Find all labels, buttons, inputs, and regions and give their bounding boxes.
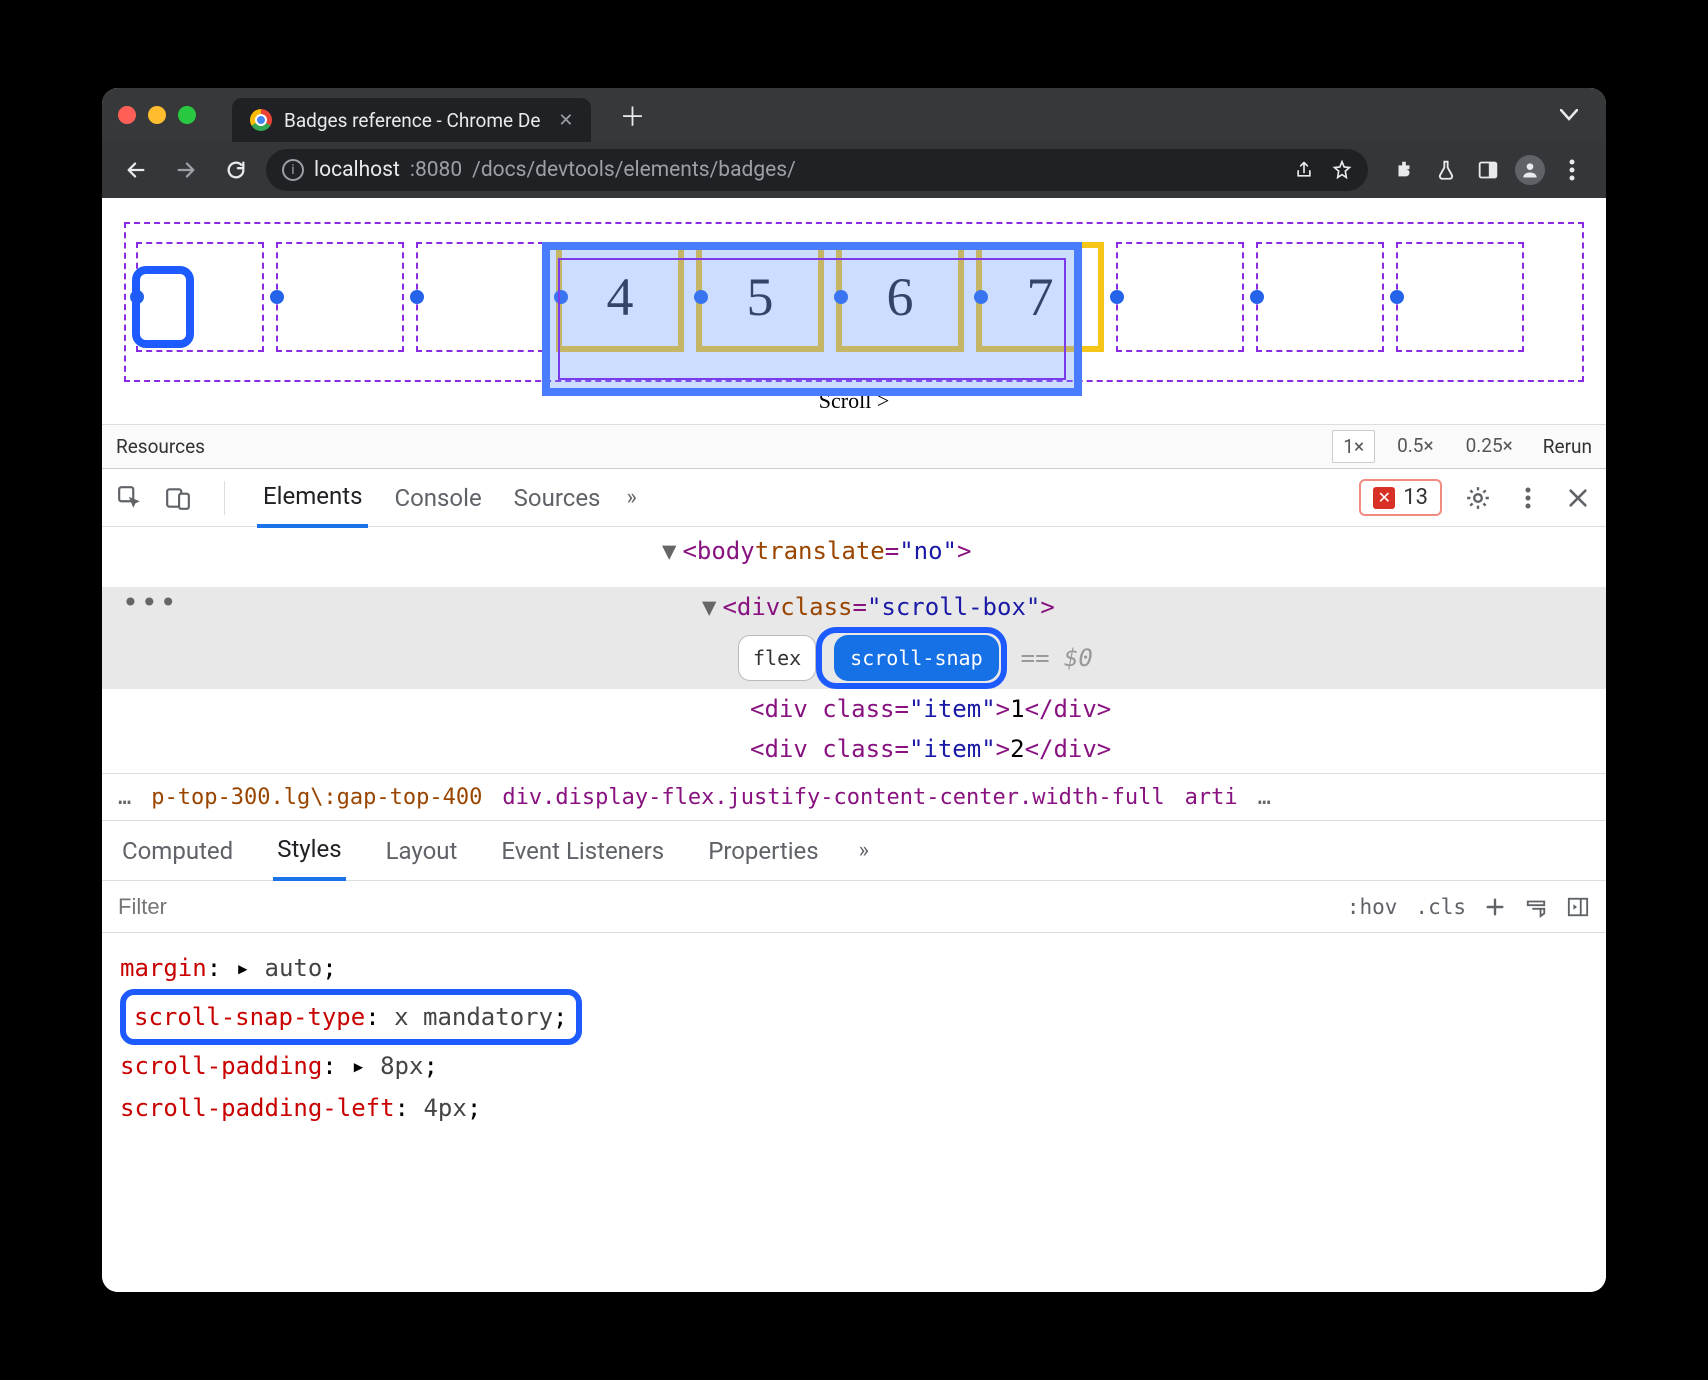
resources-button[interactable]: Resources (116, 435, 205, 458)
reload-button[interactable] (216, 150, 256, 190)
zoom-1x[interactable]: 1× (1332, 430, 1375, 463)
page-content: 4 5 6 7 Scroll > (102, 198, 1606, 424)
device-toolbar-icon[interactable] (164, 484, 192, 512)
back-button[interactable] (116, 150, 156, 190)
snap-dot-icon (270, 290, 284, 304)
minimize-window-icon[interactable] (148, 106, 166, 124)
toolbar: i localhost :8080/docs/devtools/elements/… (102, 142, 1606, 198)
more-tabs-icon[interactable]: » (626, 485, 636, 510)
styles-format-icon[interactable] (1524, 896, 1548, 918)
devtools-close-icon[interactable] (1564, 484, 1592, 512)
snap-dot-icon (1250, 290, 1264, 304)
scroll-card (1396, 242, 1524, 352)
rerun-button[interactable]: Rerun (1543, 435, 1592, 458)
dom-breadcrumbs[interactable]: … p-top-300.lg\:gap-top-400 div.display-… (102, 773, 1606, 821)
scroll-snap-highlight: scroll-snap (816, 627, 1006, 689)
labs-icon[interactable] (1426, 150, 1466, 190)
url-host: localhost (314, 158, 400, 182)
tab-elements[interactable]: Elements (257, 468, 368, 528)
tab-console[interactable]: Console (388, 470, 487, 526)
crumb-item[interactable]: div.display-flex.justify-content-center.… (502, 785, 1164, 810)
scroll-card: 6 (836, 242, 964, 352)
devtools-kebab-icon[interactable] (1514, 484, 1542, 512)
inspect-element-icon[interactable] (116, 484, 144, 512)
share-icon[interactable] (1294, 160, 1314, 180)
snap-dot-icon (694, 290, 708, 304)
scroll-card (276, 242, 404, 352)
snap-dot-icon (1390, 290, 1404, 304)
scroll-hint: Scroll > (124, 388, 1584, 414)
tab-close-icon[interactable]: ✕ (558, 110, 573, 131)
error-icon: ✕ (1373, 487, 1395, 509)
zoom-05x[interactable]: 0.5× (1387, 430, 1444, 463)
styles-filter-bar: :hov .cls (102, 881, 1606, 933)
highlight-ring (132, 266, 194, 348)
devtools-topbar: Elements Console Sources » ✕ 13 (102, 469, 1606, 527)
styles-pane[interactable]: margin: ▸ auto; scroll-snap-type: x mand… (102, 933, 1606, 1143)
scroll-card: 7 (976, 242, 1104, 352)
styles-subtabs: Computed Styles Layout Event Listeners P… (102, 821, 1606, 881)
scroll-card: 4 (556, 242, 684, 352)
scroll-card: 5 (696, 242, 824, 352)
url-path: /docs/devtools/elements/badges/ (472, 158, 796, 182)
toggle-sidebar-icon[interactable] (1566, 896, 1590, 918)
cls-toggle[interactable]: .cls (1415, 895, 1466, 919)
highlighted-property: scroll-snap-type: x mandatory; (120, 989, 582, 1045)
tab-sources[interactable]: Sources (508, 470, 607, 526)
browser-tab[interactable]: Badges reference - Chrome De ✕ (232, 98, 591, 142)
site-info-icon[interactable]: i (282, 159, 304, 181)
flex-badge[interactable]: flex (738, 635, 816, 681)
scroll-card (1256, 242, 1384, 352)
titlebar: Badges reference - Chrome De ✕ ＋ (102, 88, 1606, 142)
snap-dot-icon (974, 290, 988, 304)
more-subtabs-icon[interactable]: » (859, 838, 869, 863)
snap-dot-icon (834, 290, 848, 304)
zoom-025x[interactable]: 0.25× (1456, 430, 1523, 463)
window-menu-icon[interactable] (1548, 109, 1590, 121)
subtab-computed[interactable]: Computed (118, 823, 237, 879)
tab-title: Badges reference - Chrome De (284, 109, 540, 132)
subtab-properties[interactable]: Properties (704, 823, 822, 879)
bookmark-icon[interactable] (1332, 160, 1352, 180)
profile-avatar[interactable] (1510, 150, 1550, 190)
scroll-card (416, 242, 544, 352)
snap-dot-icon (554, 290, 568, 304)
snap-dot-icon (1110, 290, 1124, 304)
subtab-event-listeners[interactable]: Event Listeners (497, 823, 668, 879)
side-panel-icon[interactable] (1468, 150, 1508, 190)
error-count-badge[interactable]: ✕ 13 (1359, 479, 1442, 516)
dom-tree[interactable]: ▼<body translate="no"> ••• ▼<div class="… (102, 527, 1606, 773)
settings-icon[interactable] (1464, 484, 1492, 512)
browser-window: Badges reference - Chrome De ✕ ＋ i local… (102, 88, 1606, 1292)
kebab-menu-icon[interactable] (1552, 150, 1592, 190)
hov-toggle[interactable]: :hov (1347, 895, 1398, 919)
snap-dot-icon (410, 290, 424, 304)
scroll-box-demo: 4 5 6 7 (124, 222, 1584, 382)
traffic-lights (118, 106, 196, 124)
subtab-styles[interactable]: Styles (273, 821, 345, 881)
extensions-icon[interactable] (1384, 150, 1424, 190)
forward-button[interactable] (166, 150, 206, 190)
new-style-rule-icon[interactable] (1484, 896, 1506, 918)
scroll-card (1116, 242, 1244, 352)
chrome-icon (250, 109, 272, 131)
url-bar[interactable]: i localhost :8080/docs/devtools/elements/… (266, 149, 1368, 191)
crumb-item[interactable]: p-top-300.lg\:gap-top-400 (151, 785, 482, 810)
scroll-snap-badge[interactable]: scroll-snap (834, 635, 998, 681)
new-tab-button[interactable]: ＋ (603, 97, 661, 134)
maximize-window-icon[interactable] (178, 106, 196, 124)
subtab-layout[interactable]: Layout (382, 823, 462, 879)
close-window-icon[interactable] (118, 106, 136, 124)
resources-bar: Resources 1× 0.5× 0.25× Rerun (102, 424, 1606, 468)
devtools-panel: Elements Console Sources » ✕ 13 ▼<body t… (102, 468, 1606, 1292)
selected-node-indicator: == $0 (1021, 638, 1093, 678)
styles-filter-input[interactable] (118, 894, 1329, 920)
url-port: :8080 (410, 158, 462, 182)
crumb-item[interactable]: arti (1185, 785, 1238, 810)
